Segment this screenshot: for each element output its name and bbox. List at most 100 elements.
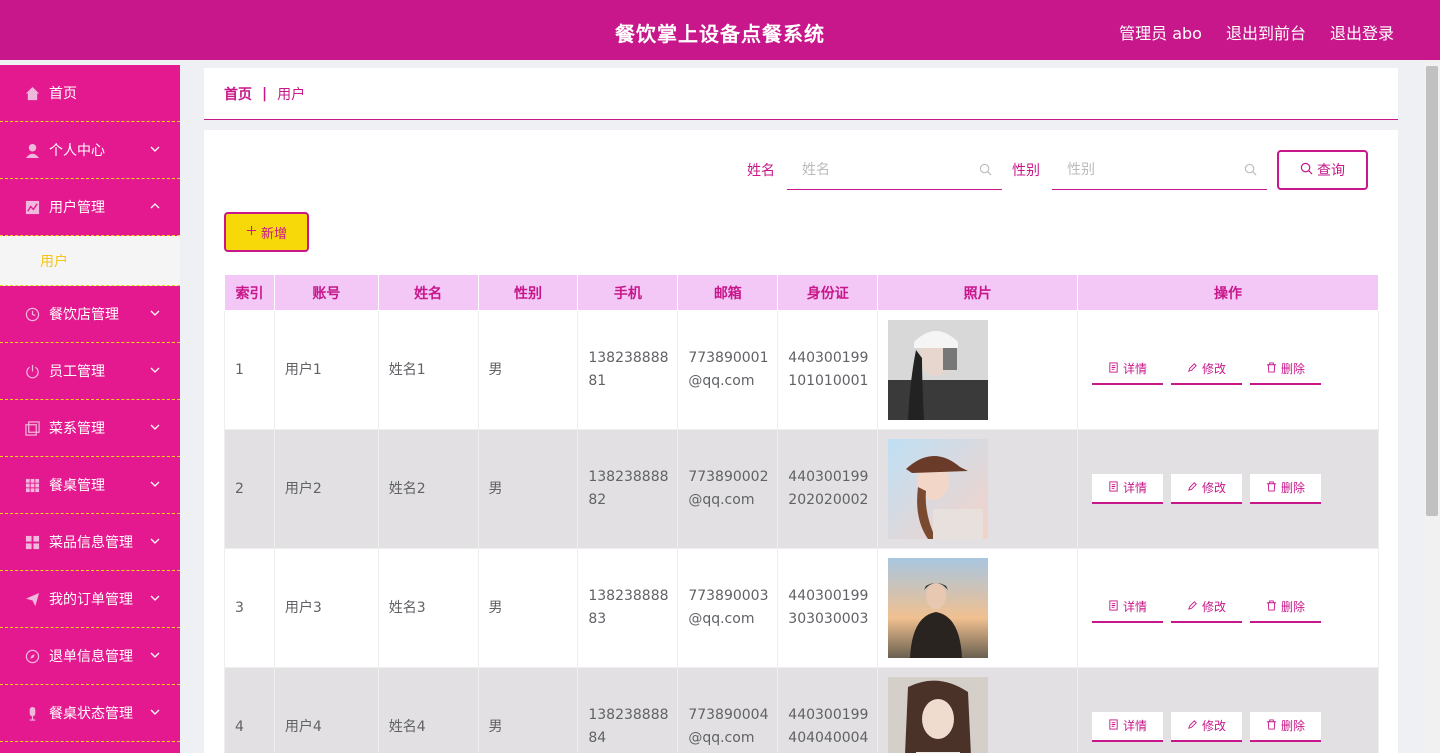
cell-index: 3 [224,548,275,668]
detail-button[interactable]: 详情 [1092,712,1164,742]
edit-button[interactable]: 修改 [1171,355,1243,385]
logout-link[interactable]: 退出登录 [1330,20,1394,44]
detail-button[interactable]: 详情 [1092,355,1164,385]
cell-phone: 138238888 82 [577,429,679,549]
chevron-down-icon [150,591,160,607]
sidebar-item-refund[interactable]: 退单信息管理 [0,628,180,685]
sidebar-item-label: 菜系管理 [49,421,105,437]
email-part: 773890001 [688,350,769,366]
sidebar-item-label: 餐桌状态管理 [49,706,133,722]
row-actions: 详情 修改 删除 [1088,355,1378,385]
sidebar-item-restaurant[interactable]: 餐饮店管理 [0,286,180,343]
sidebar-item-table-status[interactable]: 餐桌状态管理 [0,685,180,742]
delete-button[interactable]: 删除 [1250,712,1322,742]
column-header[interactable]: 账号 [273,274,379,311]
delete-button[interactable]: 删除 [1250,474,1322,504]
table-row: 3 用户3 姓名3 男 138238888 83 773890003 @qq.com… [224,548,1379,668]
breadcrumb-home[interactable]: 首页 [224,84,252,104]
detail-button[interactable]: 详情 [1092,593,1164,623]
sidebar-item-personal[interactable]: 个人中心 [0,122,180,179]
delete-label: 删除 [1281,480,1306,495]
table-row: 4 用户4 姓名4 男 138238888 84 773890004 @qq.com… [224,667,1379,753]
gender-search-box [1052,150,1267,190]
query-button[interactable]: 查询 [1277,150,1368,190]
compass-icon [24,648,40,664]
chevron-down-icon [150,363,160,379]
cell-email: 773890001 @qq.com [677,310,779,430]
grid-icon [24,477,40,493]
table-row: 1 用户1 姓名1 男 138238888 81 773890001 @qq.com… [224,310,1379,430]
column-header[interactable]: 手机 [577,274,679,311]
trash-icon [1266,477,1277,500]
pencil-icon [1187,596,1198,619]
breadcrumb: 首页 | 用户 [204,68,1398,120]
cell-email: 773890002 @qq.com [677,429,779,549]
search-icon [1300,162,1313,179]
column-header[interactable]: 邮箱 [677,274,779,311]
user-photo [888,439,989,539]
sidebar-item-cuisine[interactable]: 菜系管理 [0,400,180,457]
sidebar-item-user-management[interactable]: 用户管理 [0,179,180,236]
chevron-down-icon [150,705,160,721]
add-button[interactable]: 新增 [224,212,309,252]
edit-button[interactable]: 修改 [1171,712,1243,742]
cell-gender: 男 [477,548,579,668]
email-part: 773890002 [688,469,769,485]
sidebar-item-table[interactable]: 餐桌管理 [0,457,180,514]
user-photo [888,558,989,658]
edit-button[interactable]: 修改 [1171,474,1243,504]
column-header[interactable]: 索引 [224,274,275,311]
gender-input[interactable] [1052,150,1267,189]
sidebar-item-label: 菜品信息管理 [49,535,133,551]
page-scrollbar[interactable] [1424,60,1440,753]
cell-account: 用户2 [273,429,379,549]
detail-button[interactable]: 详情 [1092,474,1164,504]
delete-button[interactable]: 删除 [1250,355,1322,385]
document-icon [1108,477,1119,500]
email-part: @qq.com [688,730,755,746]
cell-gender: 男 [477,310,579,430]
sidebar-item-staff[interactable]: 员工管理 [0,343,180,400]
cell-email: 773890003 @qq.com [677,548,779,668]
delete-button[interactable]: 删除 [1250,593,1322,623]
main-area: 首页 | 用户 姓名 性别 查询 新增 [204,68,1398,753]
column-header[interactable]: 照片 [877,274,1079,311]
id-part: 440300199 [788,469,869,485]
name-search-box [787,150,1002,190]
column-header[interactable]: 身份证 [777,274,879,311]
sidebar-item-home[interactable]: 首页 [0,65,180,122]
add-button-label: 新增 [260,226,287,242]
front-link[interactable]: 退出到前台 [1226,20,1306,44]
id-part: 101010001 [788,373,869,389]
user-photo [888,320,989,420]
id-part: 440300199 [788,707,869,723]
sidebar-item-label: 用户管理 [49,200,105,216]
scrollbar-thumb[interactable] [1426,66,1438,516]
phone-part: 84 [588,730,607,746]
edit-button[interactable]: 修改 [1171,593,1243,623]
cell-id-card: 440300199 202020002 [777,429,879,549]
id-part: 440300199 [788,588,869,604]
apps-icon [24,534,40,550]
cell-name: 姓名1 [377,310,479,430]
cell-index: 4 [224,667,275,753]
sidebar-item-my-orders[interactable]: 我的订单管理 [0,571,180,628]
sidebar-subitem-user[interactable]: 用户 [0,236,180,286]
sidebar-item-label: 首页 [49,86,77,102]
email-part: @qq.com [688,373,755,389]
cell-id-card: 440300199 404040004 [777,667,879,753]
phone-part: 83 [588,611,607,627]
column-header[interactable]: 姓名 [377,274,479,311]
cell-index: 1 [224,310,275,430]
column-header[interactable]: 性别 [477,274,579,311]
cell-phone: 138238888 81 [577,310,679,430]
id-part: 440300199 [788,350,869,366]
cell-gender: 男 [477,429,579,549]
column-header[interactable]: 操作 [1077,274,1379,311]
cell-actions: 详情 修改 删除 [1077,310,1379,430]
sidebar-item-dish-info[interactable]: 菜品信息管理 [0,514,180,571]
cell-id-card: 440300199 101010001 [777,310,879,430]
search-icon [1244,163,1257,180]
document-icon [1108,358,1119,381]
name-input[interactable] [787,150,1002,189]
